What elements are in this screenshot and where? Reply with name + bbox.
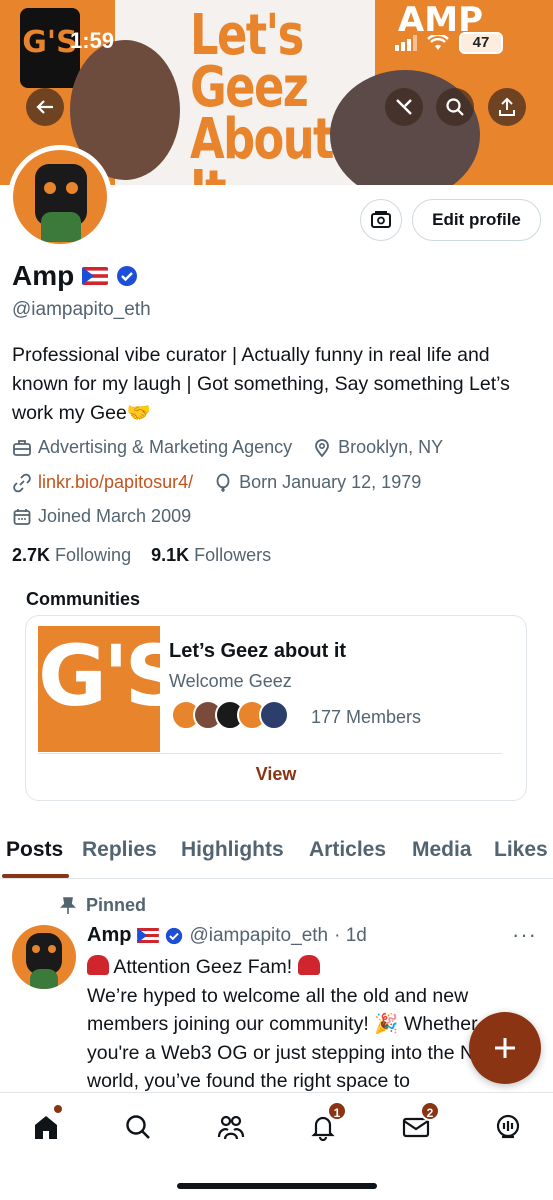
post-body[interactable]: Attention Geez Fam! We’re hyped to welco… (87, 953, 527, 1096)
community-thumbnail-text: G'S (38, 626, 160, 752)
link-icon (13, 473, 31, 492)
edit-profile-button[interactable]: Edit profile (412, 199, 541, 241)
profile-born: Born January 12, 1979 (239, 472, 422, 492)
post-more-options-icon[interactable]: ··· (512, 922, 537, 948)
profile-avatar[interactable] (8, 145, 112, 249)
post-header: Amp @iampapito_eth · 1d (87, 924, 367, 947)
siren-icon (297, 955, 320, 975)
profile-meta-row-1: Advertising & Marketing Agency Brooklyn,… (12, 437, 443, 458)
grok-button[interactable] (385, 88, 423, 126)
home-notification-dot (54, 1105, 62, 1113)
home-indicator (177, 1183, 377, 1189)
post-line-1: Attention Geez Fam! (87, 953, 527, 982)
back-button[interactable] (26, 88, 64, 126)
pinned-label-row: Pinned (60, 895, 146, 916)
battery-indicator: 47 (459, 32, 503, 54)
home-icon (35, 1116, 57, 1139)
pinned-label: Pinned (86, 895, 147, 915)
pin-icon (60, 896, 76, 914)
community-thumbnail: G'S (38, 626, 160, 752)
profile-joined: Joined March 2009 (38, 506, 192, 526)
wifi-icon (427, 35, 449, 50)
community-subtitle: Welcome Geez (169, 671, 292, 691)
siren-icon (87, 955, 109, 975)
location-icon (315, 438, 330, 457)
post-time: · 1d (334, 924, 367, 946)
active-tab-indicator (2, 874, 69, 878)
nav-spaces[interactable] (488, 1107, 528, 1147)
profile-tabs: Posts Replies Highlights Articles Media … (0, 823, 553, 879)
post-author-name[interactable]: Amp (87, 924, 131, 947)
wallet-button[interactable] (360, 199, 402, 241)
puerto-rico-flag-icon (82, 267, 109, 285)
community-members-count: 177 Members (311, 707, 422, 727)
profile-name-row: Amp (12, 260, 138, 292)
birthday-balloon-icon (216, 473, 230, 492)
spaces-mic-icon (496, 1114, 520, 1139)
follow-stats: 2.7K Following 9.1K Followers (12, 545, 271, 566)
community-divider (38, 753, 502, 754)
status-icons: 47 (395, 32, 503, 54)
profile-name: Amp (12, 260, 75, 291)
tab-highlights[interactable]: Highlights (181, 838, 284, 862)
wallet-icon (371, 211, 391, 228)
signal-icon (395, 35, 417, 51)
following-count: 2.7K (12, 545, 51, 565)
post-author-handle: @iampapito_eth (189, 924, 329, 946)
nav-messages[interactable]: 2 (396, 1101, 440, 1147)
puerto-rico-flag-icon (137, 928, 160, 943)
status-time: 1:59 (70, 28, 115, 53)
community-member-avatars (171, 700, 289, 730)
tab-media[interactable]: Media (412, 838, 472, 862)
tab-replies[interactable]: Replies (82, 838, 157, 862)
nav-search[interactable] (118, 1107, 158, 1147)
profile-link[interactable]: linkr.bio/papitosur4/ (38, 472, 193, 493)
post-headline: Attention Geez Fam! (113, 956, 293, 978)
notifications-badge: 1 (327, 1101, 347, 1121)
search-icon (126, 1115, 150, 1139)
profile-category: Advertising & Marketing Agency (38, 437, 293, 457)
profile-meta-row-3: Joined March 2009 (12, 506, 191, 527)
verified-badge-icon[interactable] (116, 265, 138, 287)
briefcase-icon (13, 439, 31, 456)
plus-icon (495, 1038, 515, 1058)
post-author-avatar[interactable] (12, 925, 76, 989)
grok-icon (396, 99, 412, 115)
following-label: Following (55, 545, 132, 565)
messages-badge: 2 (420, 1101, 440, 1121)
profile-handle: @iampapito_eth (12, 299, 151, 320)
followers-count: 9.1K (151, 545, 190, 565)
following-link[interactable]: 2.7K Following (12, 545, 131, 565)
back-arrow-icon (36, 100, 53, 114)
community-card[interactable]: G'S Let’s Geez about it Welcome Geez 177… (25, 615, 527, 801)
followers-label: Followers (194, 545, 272, 565)
avatar-image (13, 150, 107, 244)
profile-meta-row-2: linkr.bio/papitosur4/ Born January 12, 1… (12, 472, 421, 493)
search-icon (446, 98, 464, 116)
post-avatar-ape-body (30, 969, 58, 989)
communities-icon (217, 1115, 245, 1140)
status-bar: 1:59 47 (0, 22, 553, 62)
profile-bio: Professional vibe curator | Actually fun… (12, 344, 510, 424)
calendar-icon (13, 508, 31, 525)
verified-badge-icon (166, 927, 183, 944)
nav-communities[interactable] (211, 1107, 251, 1147)
community-view-button[interactable]: View (26, 764, 526, 785)
avatar-ape-body (41, 212, 81, 242)
search-button[interactable] (436, 88, 474, 126)
tab-likes[interactable]: Likes (494, 838, 548, 862)
share-icon (499, 97, 515, 116)
share-button[interactable] (488, 88, 526, 126)
compose-post-button[interactable] (469, 1012, 541, 1084)
member-avatar (259, 700, 289, 730)
nav-home[interactable] (26, 1105, 66, 1147)
post-paragraph: We’re hyped to welcome all the old and n… (87, 984, 498, 1093)
community-name: Let’s Geez about it (169, 640, 347, 662)
followers-link[interactable]: 9.1K Followers (151, 545, 271, 565)
tab-articles[interactable]: Articles (309, 838, 386, 862)
profile-location: Brooklyn, NY (338, 437, 444, 457)
nav-notifications[interactable]: 1 (303, 1101, 347, 1147)
tab-posts[interactable]: Posts (6, 838, 63, 862)
communities-title: Communities (26, 589, 141, 609)
